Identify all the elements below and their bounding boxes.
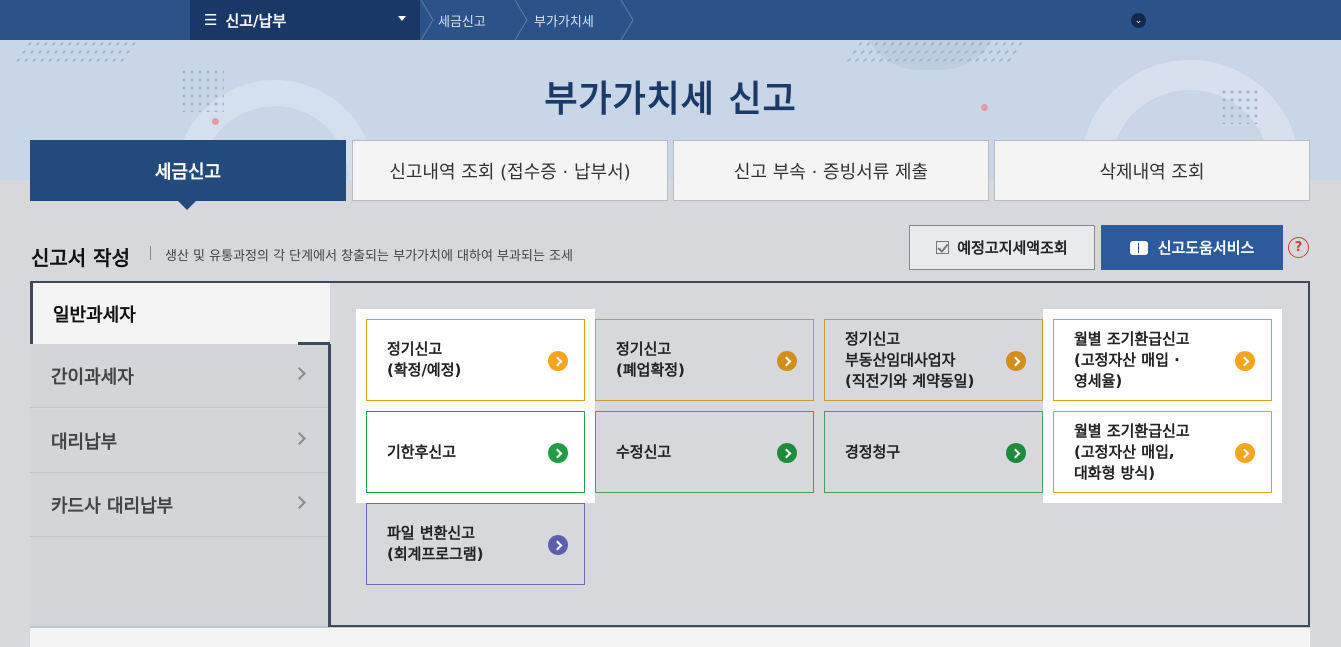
breadcrumb-separator-icon bbox=[420, 0, 434, 40]
preview-tax-label: 예정고지세액조회 bbox=[957, 239, 1068, 257]
sidebar-item-label: 간이과세자 bbox=[51, 366, 134, 388]
card-correction-claim[interactable]: 경정청구 bbox=[824, 411, 1043, 493]
sidebar-item-proxy-payment[interactable]: 대리납부 bbox=[30, 409, 328, 473]
card-label: 정기신고 부동산임대사업자 (직전기와 계약동일) bbox=[845, 329, 975, 390]
card-label: 파일 변환신고 (회계프로그램) bbox=[387, 524, 484, 563]
divider bbox=[298, 342, 330, 345]
card-label: 월별 조기환급신고 (고정자산 매입 · 영세율) bbox=[1074, 329, 1190, 390]
card-monthly-early-refund[interactable]: 월별 조기환급신고 (고정자산 매입 · 영세율) bbox=[1053, 319, 1272, 401]
sidebar-item-card-proxy-payment[interactable]: 카드사 대리납부 bbox=[30, 473, 328, 537]
sidebar: 일반과세자 간이과세자 대리납부 카드사 대리납부 bbox=[30, 281, 330, 647]
sidebar-item-general-taxpayer[interactable]: 일반과세자 bbox=[30, 281, 330, 344]
card-regular-filing-closure[interactable]: 정기신고 (폐업확정) bbox=[595, 319, 814, 401]
card-label: 경정청구 bbox=[845, 442, 901, 461]
sidebar-item-label: 대리납부 bbox=[51, 431, 118, 453]
tab-deleted-history[interactable]: 삭제내역 조회 bbox=[994, 140, 1310, 201]
divider bbox=[150, 246, 151, 260]
card-label: 수정신고 bbox=[616, 442, 672, 461]
card-label: 기한후신고 bbox=[387, 442, 457, 461]
decor-dots bbox=[840, 40, 1030, 66]
card-label: 정기신고 (폐업확정) bbox=[616, 340, 685, 379]
arrow-right-icon bbox=[1006, 351, 1026, 371]
sidebar-item-label: 카드사 대리납부 bbox=[51, 495, 174, 517]
arrow-right-icon bbox=[548, 535, 568, 555]
card-label: 정기신고 (확정/예정) bbox=[387, 340, 462, 379]
caret-down-icon bbox=[398, 16, 406, 21]
tab-attachments[interactable]: 신고 부속 · 증빙서류 제출 bbox=[673, 140, 989, 201]
card-file-conversion-filing[interactable]: 파일 변환신고 (회계프로그램) bbox=[366, 503, 585, 585]
checklist-icon bbox=[936, 241, 950, 254]
help-question-icon[interactable]: ? bbox=[1288, 237, 1309, 258]
breadcrumb-separator-icon bbox=[514, 0, 528, 40]
arrow-right-icon bbox=[1235, 443, 1255, 463]
tab-tax-filing[interactable]: 세금신고 bbox=[30, 140, 346, 210]
divider bbox=[328, 344, 331, 627]
card-amended-filing[interactable]: 수정신고 bbox=[595, 411, 814, 493]
filing-help-button[interactable]: 신고도움서비스 bbox=[1101, 225, 1283, 270]
arrow-right-icon bbox=[1006, 443, 1026, 463]
card-regular-filing[interactable]: 정기신고 (확정/예정) bbox=[366, 319, 585, 401]
book-icon bbox=[1129, 240, 1148, 255]
card-label: 월별 조기환급신고 (고정자산 매입, 대화형 방식) bbox=[1074, 421, 1190, 482]
arrow-right-icon bbox=[1235, 351, 1255, 371]
decor-dots bbox=[11, 40, 139, 64]
tab-filing-history[interactable]: 신고내역 조회 (접수증 · 납부서) bbox=[352, 140, 668, 201]
filing-help-label: 신고도움서비스 bbox=[1157, 239, 1255, 257]
card-regular-filing-real-estate[interactable]: 정기신고 부동산임대사업자 (직전기와 계약동일) bbox=[824, 319, 1043, 401]
section-title: 신고서 작성 bbox=[31, 246, 130, 270]
top-navigation: ☰ 신고/납부 세금신고 부가가치세 ⌄ bbox=[0, 0, 1341, 40]
arrow-right-icon bbox=[777, 443, 797, 463]
arrow-right-icon bbox=[548, 443, 568, 463]
nav-menu-dropdown[interactable]: ☰ 신고/납부 bbox=[190, 0, 420, 40]
nav-current-label: 신고/납부 bbox=[225, 11, 287, 30]
sidebar-item-simplified-taxpayer[interactable]: 간이과세자 bbox=[30, 344, 328, 408]
chevron-right-icon bbox=[293, 496, 306, 509]
card-monthly-early-refund-interactive[interactable]: 월별 조기환급신고 (고정자산 매입, 대화형 방식) bbox=[1053, 411, 1272, 493]
hamburger-icon: ☰ bbox=[204, 11, 218, 29]
breadcrumb-item-vat[interactable]: 부가가치세 bbox=[534, 0, 594, 40]
chevron-down-icon[interactable]: ⌄ bbox=[1131, 13, 1146, 28]
page-title: 부가가치세 신고 bbox=[544, 79, 797, 120]
sidebar-empty bbox=[30, 537, 328, 627]
card-late-filing[interactable]: 기한후신고 bbox=[366, 411, 585, 493]
arrow-right-icon bbox=[777, 351, 797, 371]
section-description: 생산 및 유통과정의 각 단계에서 창출되는 부가가치에 대하여 부과되는 조세 bbox=[165, 249, 573, 264]
preview-tax-button[interactable]: 예정고지세액조회 bbox=[909, 225, 1095, 270]
sidebar-item-label: 일반과세자 bbox=[53, 304, 136, 326]
chevron-right-icon bbox=[293, 367, 306, 380]
arrow-right-icon bbox=[548, 351, 568, 371]
chevron-right-icon bbox=[293, 432, 306, 445]
breadcrumb-item-tax-filing[interactable]: 세금신고 bbox=[438, 0, 486, 40]
breadcrumb-separator-icon bbox=[620, 0, 634, 40]
